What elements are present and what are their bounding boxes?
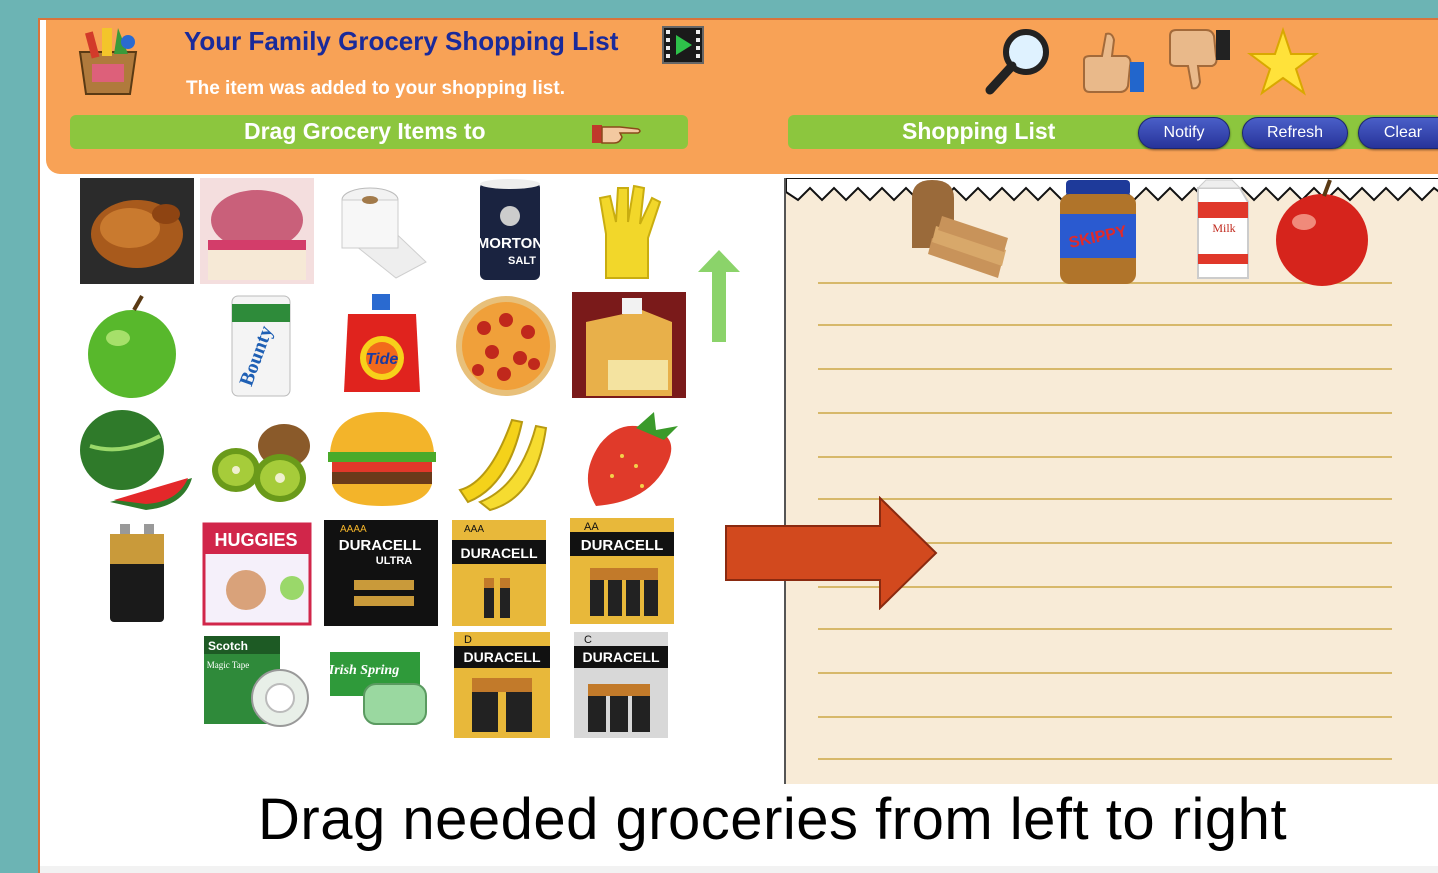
video-icon[interactable] [662,26,704,64]
diaper-brand-text: HUGGIES [214,530,297,550]
thumbs-up-icon[interactable] [1076,26,1150,96]
list-line [818,672,1392,674]
aa-brand-text: DURACELL [581,537,664,554]
d-size-text: D [464,634,472,646]
salt-word-text: SALT [508,255,536,267]
aaa-brand-text: DURACELL [461,545,538,561]
salt-brand-text: MORTON [477,235,543,252]
bread-list-item[interactable] [902,178,1012,288]
status-message: The item was added to your shopping list… [186,78,565,99]
pointing-hand-icon [592,125,641,144]
paper-towels-item[interactable]: Bounty [204,292,318,398]
c-size-text: C [584,634,592,646]
list-line [818,758,1392,760]
caption: Drag needed groceries from left to right [258,787,1288,852]
refresh-button[interactable]: Refresh [1242,117,1348,149]
drag-instruction-bar: Drag Grocery Items to [70,115,688,149]
cooking-oil-item[interactable] [572,292,686,398]
green-apple-item[interactable] [80,292,194,398]
pizza-item[interactable] [448,292,562,398]
aaa-batteries-item[interactable]: AAA DURACELL [448,520,562,626]
detergent-brand-text: Tide [366,351,399,368]
shopping-list-panel[interactable]: SKIPPY Milk [784,178,1438,790]
roast-chicken-item[interactable] [80,178,194,284]
aaa-size-text: AAA [464,524,484,535]
up-arrow-icon [698,250,740,342]
aaaa-batteries-item[interactable]: AAAA DURACELL ULTRA [324,520,438,626]
list-line [818,628,1392,630]
drag-instruction-label: Drag Grocery Items to [244,118,486,144]
list-line [818,368,1392,370]
d-batteries-item[interactable]: D DURACELL [450,632,564,738]
peanut-butter-list-item[interactable]: SKIPPY [1048,178,1158,288]
c-brand-text: DURACELL [583,649,660,665]
watermelon-item[interactable] [80,406,194,512]
bananas-item[interactable] [450,406,564,512]
app-title: Your Family Grocery Shopping List [184,26,619,56]
aa-batteries-item[interactable]: AA DURACELL [564,518,678,624]
grocery-bag-icon [78,28,138,95]
list-line [818,716,1392,718]
clear-button[interactable]: Clear [1358,117,1438,149]
thumbs-down-icon[interactable] [1162,26,1236,96]
laundry-detergent-item[interactable]: Tide [326,292,440,398]
search-icon[interactable] [982,26,1056,96]
soap-brand-text: Irish Spring [328,663,399,678]
aaaa-size-text: AAAA [340,524,367,535]
rubber-gloves-item[interactable] [576,178,690,284]
tape-name-text: Magic Tape [207,660,249,670]
strawberry-item[interactable] [572,406,686,512]
aa-size-text: AA [584,521,599,533]
9v-battery-item[interactable] [80,520,194,626]
shopping-list-label: Shopping List [902,118,1056,144]
ice-cream-item[interactable] [200,178,314,284]
app-header: Your Family Grocery Shopping List The it… [46,20,1438,174]
tape-brand-text: Scotch [208,639,248,653]
salt-item[interactable]: MORTON SALT [452,178,566,284]
aaaa-brand-text: DURACELL [339,537,422,554]
red-apple-list-item[interactable] [1266,178,1376,288]
hamburger-item[interactable] [326,406,440,512]
kiwi-item[interactable] [204,406,318,512]
grocery-items-grid: MORTON SALT Bounty Tide HUGGIES AAAA DUR… [80,178,740,778]
right-arrow-icon [725,496,938,610]
ultra-text: ULTRA [376,555,413,567]
milk-list-item[interactable]: Milk [1170,178,1280,288]
milk-label-text: Milk [1212,221,1235,235]
soap-item[interactable]: Irish Spring [324,634,438,740]
list-line [818,324,1392,326]
diapers-item[interactable]: HUGGIES [200,520,314,626]
notify-button[interactable]: Notify [1138,117,1230,149]
tape-item[interactable]: Scotch Magic Tape [202,634,316,740]
star-icon[interactable] [1246,26,1320,96]
list-line [818,456,1392,458]
toilet-paper-item[interactable] [326,178,440,284]
d-brand-text: DURACELL [464,649,541,665]
app-frame: Your Family Grocery Shopping List The it… [38,18,1438,873]
list-line [818,412,1392,414]
c-batteries-item[interactable]: C DURACELL [570,632,684,738]
bottom-strip [40,866,1438,873]
